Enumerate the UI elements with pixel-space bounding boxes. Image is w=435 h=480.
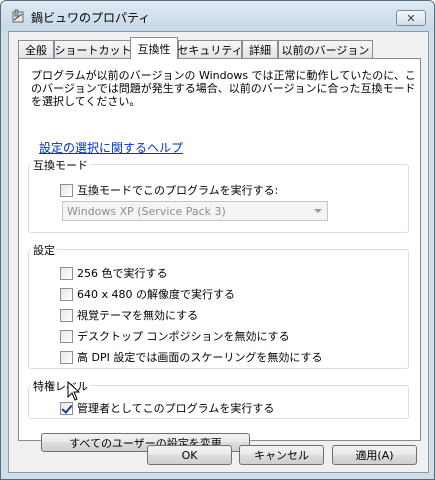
compat-mode-dropdown-value: Windows XP (Service Pack 3) <box>67 204 226 218</box>
privilege-group-title: 特権レベル <box>31 378 90 394</box>
compat-mode-checkbox-label: 互換モードでこのプログラムを実行する: <box>77 184 279 197</box>
setting-disable-composition-label: デスクトップ コンポジションを無効にする <box>77 330 290 343</box>
setting-disable-composition-checkbox[interactable] <box>60 329 73 343</box>
tab-strip: 全般 ショートカット 互換性 セキュリティ 詳細 以前のバージョン <box>9 32 428 60</box>
tab-details[interactable]: 詳細 <box>242 40 278 58</box>
apply-button[interactable]: 適用(A) <box>332 445 417 465</box>
run-as-admin-row[interactable]: 管理者としてこのプログラムを実行する <box>60 400 274 416</box>
cancel-button[interactable]: キャンセル <box>239 445 324 465</box>
compat-description: プログラムが以前のバージョンの Windows では正常に動作していたのに、この… <box>31 69 416 108</box>
settings-group-title: 設定 <box>31 242 57 258</box>
app-icon <box>12 9 24 23</box>
tab-general[interactable]: 全般 <box>18 40 54 58</box>
setting-640x480-label: 640 x 480 の解像度で実行する <box>77 288 235 301</box>
setting-640x480-row[interactable]: 640 x 480 の解像度で実行する <box>60 286 235 302</box>
setting-disable-composition-row[interactable]: デスクトップ コンポジションを無効にする <box>60 328 290 344</box>
compat-mode-checkbox-row[interactable]: 互換モードでこのプログラムを実行する: <box>60 182 278 198</box>
chevron-down-icon <box>314 209 322 213</box>
setting-disable-dpi-scaling-row[interactable]: 高 DPI 設定では画面のスケーリングを無効にする <box>60 349 322 365</box>
setting-640x480-checkbox[interactable] <box>60 287 73 301</box>
setting-disable-themes-label: 視覚テーマを無効にする <box>77 309 199 322</box>
title-bar[interactable]: 鍋ビュワのプロパティ ✕ <box>1 1 434 31</box>
setting-256-colors-checkbox[interactable] <box>60 266 73 280</box>
compat-mode-checkbox[interactable] <box>60 183 73 197</box>
compat-mode-group-title: 互換モード <box>31 157 90 173</box>
setting-256-colors-row[interactable]: 256 色で実行する <box>60 265 168 281</box>
tab-previous-versions[interactable]: 以前のバージョン <box>278 40 373 58</box>
properties-dialog: 鍋ビュワのプロパティ ✕ 全般 ショートカット 互換性 セキュリティ 詳細 以前… <box>0 0 435 480</box>
run-as-admin-label: 管理者としてこのプログラムを実行する <box>77 402 275 415</box>
tab-shortcut[interactable]: ショートカット <box>54 40 132 58</box>
compat-mode-dropdown: Windows XP (Service Pack 3) <box>62 201 328 221</box>
close-button[interactable]: ✕ <box>396 10 426 26</box>
window-title: 鍋ビュワのプロパティ <box>31 11 151 25</box>
tab-compatibility[interactable]: 互換性 <box>130 37 178 59</box>
setting-disable-themes-row[interactable]: 視覚テーマを無効にする <box>60 307 198 323</box>
tab-security[interactable]: セキュリティ <box>177 40 243 58</box>
dialog-client-area: 全般 ショートカット 互換性 セキュリティ 詳細 以前のバージョン プログラムが… <box>8 31 429 473</box>
run-as-admin-checkbox[interactable] <box>60 401 73 415</box>
close-icon: ✕ <box>406 11 416 25</box>
setting-disable-themes-checkbox[interactable] <box>60 308 73 322</box>
setting-disable-dpi-scaling-checkbox[interactable] <box>60 350 73 364</box>
help-link[interactable]: 設定の選択に関するヘルプ <box>39 139 183 156</box>
compat-mode-group <box>28 164 409 233</box>
ok-button[interactable]: OK <box>147 445 232 465</box>
mouse-cursor-icon <box>67 381 81 401</box>
setting-disable-dpi-scaling-label: 高 DPI 設定では画面のスケーリングを無効にする <box>77 351 323 364</box>
setting-256-colors-label: 256 色で実行する <box>77 267 168 280</box>
